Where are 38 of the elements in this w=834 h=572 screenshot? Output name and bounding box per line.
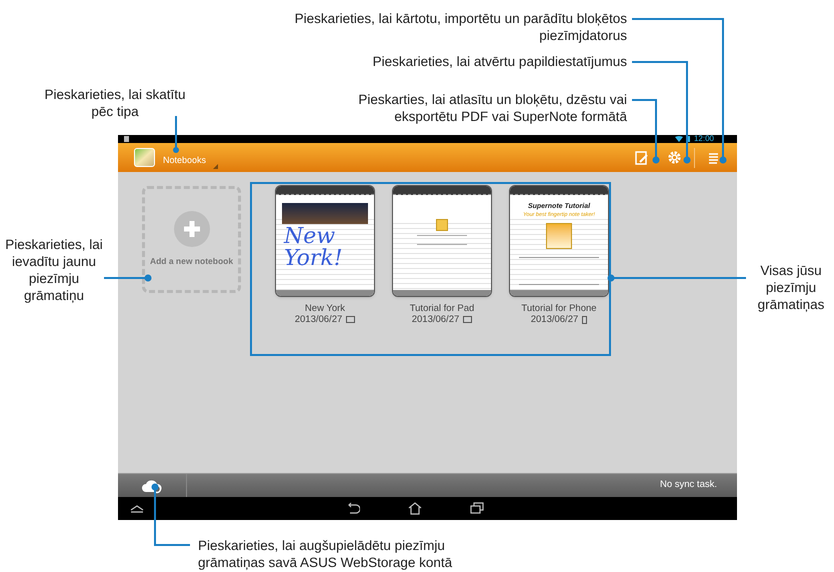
callout-text: Pieskarieties, lai kārtotu, importētu un parādītu bloķētos piezīmjdatorus <box>294 10 627 44</box>
callout-text: Pieskarieties, lai augšupielādētu piezīmju grāmatiņas savā ASUS WebStorage kontā <box>198 537 454 571</box>
notebook-date: 2013/06/27 <box>530 314 578 325</box>
wifi-icon <box>674 136 683 142</box>
leader-line <box>173 116 179 153</box>
add-notebook-tile[interactable]: Add a new notebook <box>142 186 241 293</box>
chevron-up-icon[interactable] <box>130 504 144 512</box>
callout-text: Pieskarieties, lai skatītu pēc tipa <box>43 86 187 120</box>
callout-text: Visas jūsu piezīmju grāmatiņas <box>756 262 826 313</box>
dropdown-corner-icon <box>213 164 218 170</box>
scribble-drawing <box>417 235 467 245</box>
callout-text: Pieskarieties, lai atvērtu papildiestatījumus <box>372 53 627 70</box>
notification-icon <box>124 136 129 142</box>
notepad-icon <box>546 222 572 249</box>
notebook-title: New York <box>304 303 346 314</box>
home-icon[interactable] <box>408 502 422 515</box>
leader-line <box>104 274 152 282</box>
callout-text: Pieskarties, lai atlasītu un bloķētu, dzēstu vai eksportētu PDF vai SuperNote formātā <box>357 91 627 125</box>
notebook-cover[interactable]: New York! <box>275 185 375 297</box>
settings-icon[interactable] <box>666 150 682 166</box>
notebook-cover[interactable] <box>392 185 492 297</box>
callout-text: Pieskarieties, lai ievadītu jaunu piezīmju grāmatiņu <box>4 236 104 304</box>
clock-text: 12:00 <box>694 135 714 143</box>
edit-icon[interactable] <box>634 150 650 166</box>
sync-status-text: No sync task. <box>660 478 718 492</box>
recent-apps-icon[interactable] <box>470 502 484 514</box>
handwriting-text: New York! <box>284 226 344 270</box>
leader-line <box>152 484 190 546</box>
notebook-date: 2013/06/27 <box>412 314 460 325</box>
menu-icon[interactable] <box>707 150 721 164</box>
plus-icon <box>174 211 210 247</box>
battery-icon <box>686 136 690 142</box>
notepad-icon <box>436 219 448 231</box>
notebook-title: Tutorial for Pad <box>410 303 474 314</box>
app-logo-icon <box>134 148 155 167</box>
notebook-date: 2013/06/27 <box>294 314 342 325</box>
notebook-title: Tutorial for Phone <box>521 303 597 314</box>
back-icon[interactable] <box>346 502 360 514</box>
